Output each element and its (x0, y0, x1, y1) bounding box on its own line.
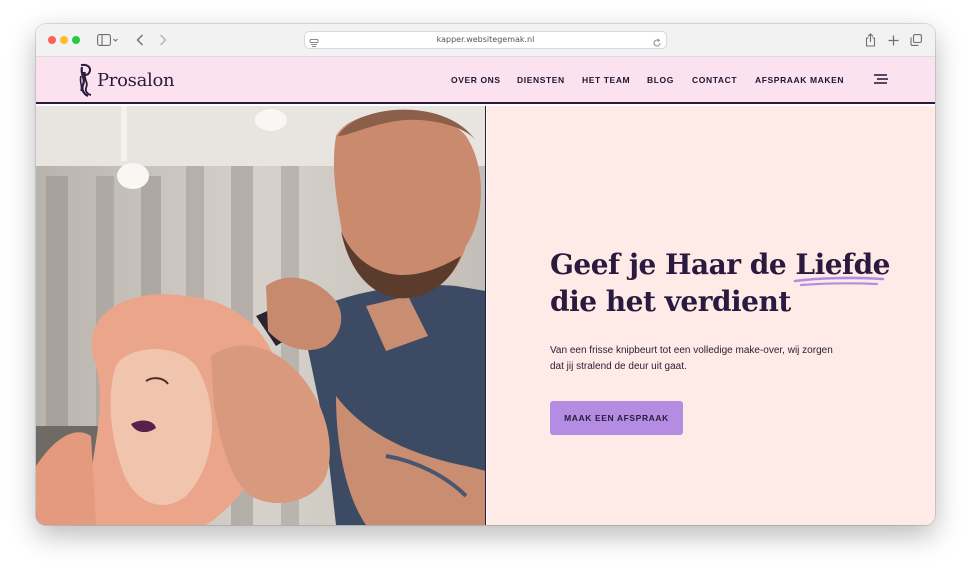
new-tab-icon[interactable] (887, 32, 899, 48)
website: Prosalon OVER ONS DIENSTEN HET TEAM BLOG… (36, 57, 935, 525)
hero-illustration (36, 106, 485, 525)
headline-highlight-word: Liefde (794, 246, 890, 287)
brush-underline-decoration (794, 276, 885, 287)
address-bar[interactable]: kapper.websitegemak.nl (304, 31, 667, 49)
hamburger-menu-icon[interactable] (873, 73, 889, 85)
hero-photo-hairdresser (36, 106, 486, 525)
share-icon[interactable] (864, 32, 876, 48)
headline-part-1: Geef je Haar de (550, 248, 796, 281)
back-icon[interactable] (134, 32, 146, 48)
minimize-window-button[interactable] (60, 36, 68, 44)
site-logo[interactable]: Prosalon (79, 63, 175, 97)
tab-overview-icon[interactable] (910, 32, 922, 48)
url-text: kapper.websitegemak.nl (436, 35, 535, 44)
hero-headline: Geef je Haar de Liefde die het verdient (550, 246, 910, 320)
nav-diensten[interactable]: DIENSTEN (517, 75, 565, 85)
logo-text: Prosalon (97, 69, 175, 91)
reload-icon[interactable] (652, 35, 662, 47)
sidebar-toggle-icon[interactable] (95, 32, 121, 48)
maximize-window-button[interactable] (72, 36, 80, 44)
hair-logo-icon (79, 63, 92, 97)
nav-afspraak-maken[interactable]: AFSPRAAK MAKEN (755, 75, 844, 85)
book-appointment-button[interactable]: MAAK EEN AFSPRAAK (550, 401, 683, 435)
nav-het-team[interactable]: HET TEAM (582, 75, 630, 85)
nav-contact[interactable]: CONTACT (692, 75, 737, 85)
hero-content: Geef je Haar de Liefde die het verdient V… (487, 106, 935, 525)
browser-window: kapper.websitegemak.nl Prosalon OVER ONS… (36, 24, 935, 525)
nav-over-ons[interactable]: OVER ONS (451, 75, 501, 85)
browser-toolbar: kapper.websitegemak.nl (36, 24, 935, 57)
site-header: Prosalon OVER ONS DIENSTEN HET TEAM BLOG… (36, 57, 935, 104)
nav-blog[interactable]: BLOG (647, 75, 674, 85)
headline-part-2: die het verdient (550, 285, 791, 318)
forward-icon[interactable] (157, 32, 169, 48)
hero-subtext: Van een frisse knipbeurt tot een volledi… (550, 345, 833, 372)
close-window-button[interactable] (48, 36, 56, 44)
